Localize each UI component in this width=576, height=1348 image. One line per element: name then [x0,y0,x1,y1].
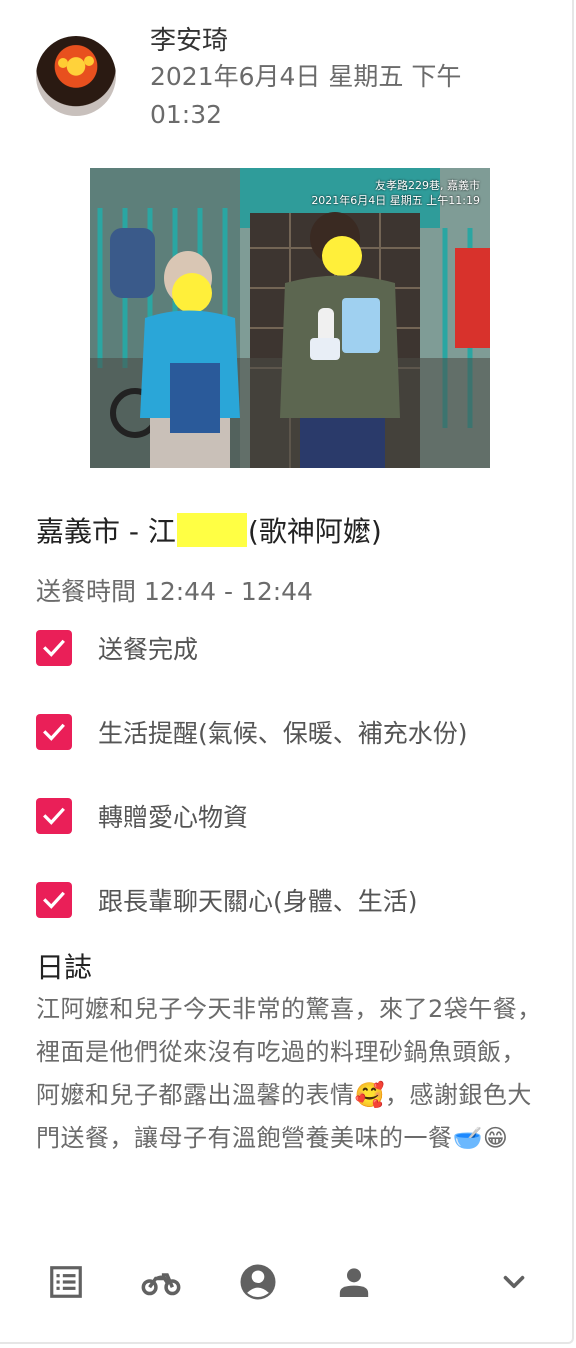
checkbox-checked[interactable] [36,714,72,750]
title-prefix: 嘉義市 - 江 [36,515,176,548]
checklist-item-life-reminder[interactable]: 生活提醒(氣候、保暖、補充水份) [36,712,468,752]
delivery-title: 嘉義市 - 江 (歌神阿嬤) [36,510,382,550]
checklist-label: 生活提醒(氣候、保暖、補充水份) [98,719,468,748]
check-icon [43,807,65,825]
check-icon [43,891,65,909]
checklist-item-donated-supplies[interactable]: 轉贈愛心物資 [36,796,248,836]
photo-watermark: 友孝路229巷, 嘉義市 2021年6月4日 星期五 上午11:19 [311,179,480,207]
checklist-label: 送餐完成 [98,635,199,664]
redaction-mark [176,513,247,547]
title-suffix: (歌神阿嬤) [247,515,382,548]
delivery-photo[interactable]: 友孝路229巷, 嘉義市 2021年6月4日 星期五 上午11:19 [90,168,490,468]
check-icon [43,639,65,657]
avatar[interactable] [36,36,116,116]
motorcycle-icon[interactable] [139,1260,183,1304]
checklist-label: 跟長輩聊天關心(身體、生活) [98,887,418,916]
account-circle-icon[interactable] [236,1260,280,1304]
checkbox-checked[interactable] [36,882,72,918]
chevron-down-icon[interactable] [492,1260,536,1304]
person-icon[interactable] [332,1260,376,1304]
checklist-item-chat-care[interactable]: 跟長輩聊天關心(身體、生活) [36,880,418,920]
post-card: 李安琦 2021年6月4日 星期五 下午 01:32 友孝路229巷, 嘉義市 … [0,0,574,1344]
photo-illustration [90,168,490,468]
check-icon [43,723,65,741]
delivery-time: 送餐時間 12:44 - 12:44 [36,577,313,606]
bottom-action-bar [0,1250,574,1314]
author-name: 李安琦 [150,26,229,56]
list-icon[interactable] [44,1260,88,1304]
checkbox-checked[interactable] [36,798,72,834]
log-body: 江阿嬤和兒子今天非常的驚喜，來了2袋午餐，裡面是他們從來沒有吃過的料理砂鍋魚頭飯… [36,995,542,1152]
checklist-item-meal-delivered[interactable]: 送餐完成 [36,628,198,668]
post-timestamp: 2021年6月4日 星期五 下午 01:32 [150,62,462,129]
checkbox-checked[interactable] [36,630,72,666]
log-title: 日誌 [36,951,93,984]
checklist-label: 轉贈愛心物資 [98,803,249,832]
